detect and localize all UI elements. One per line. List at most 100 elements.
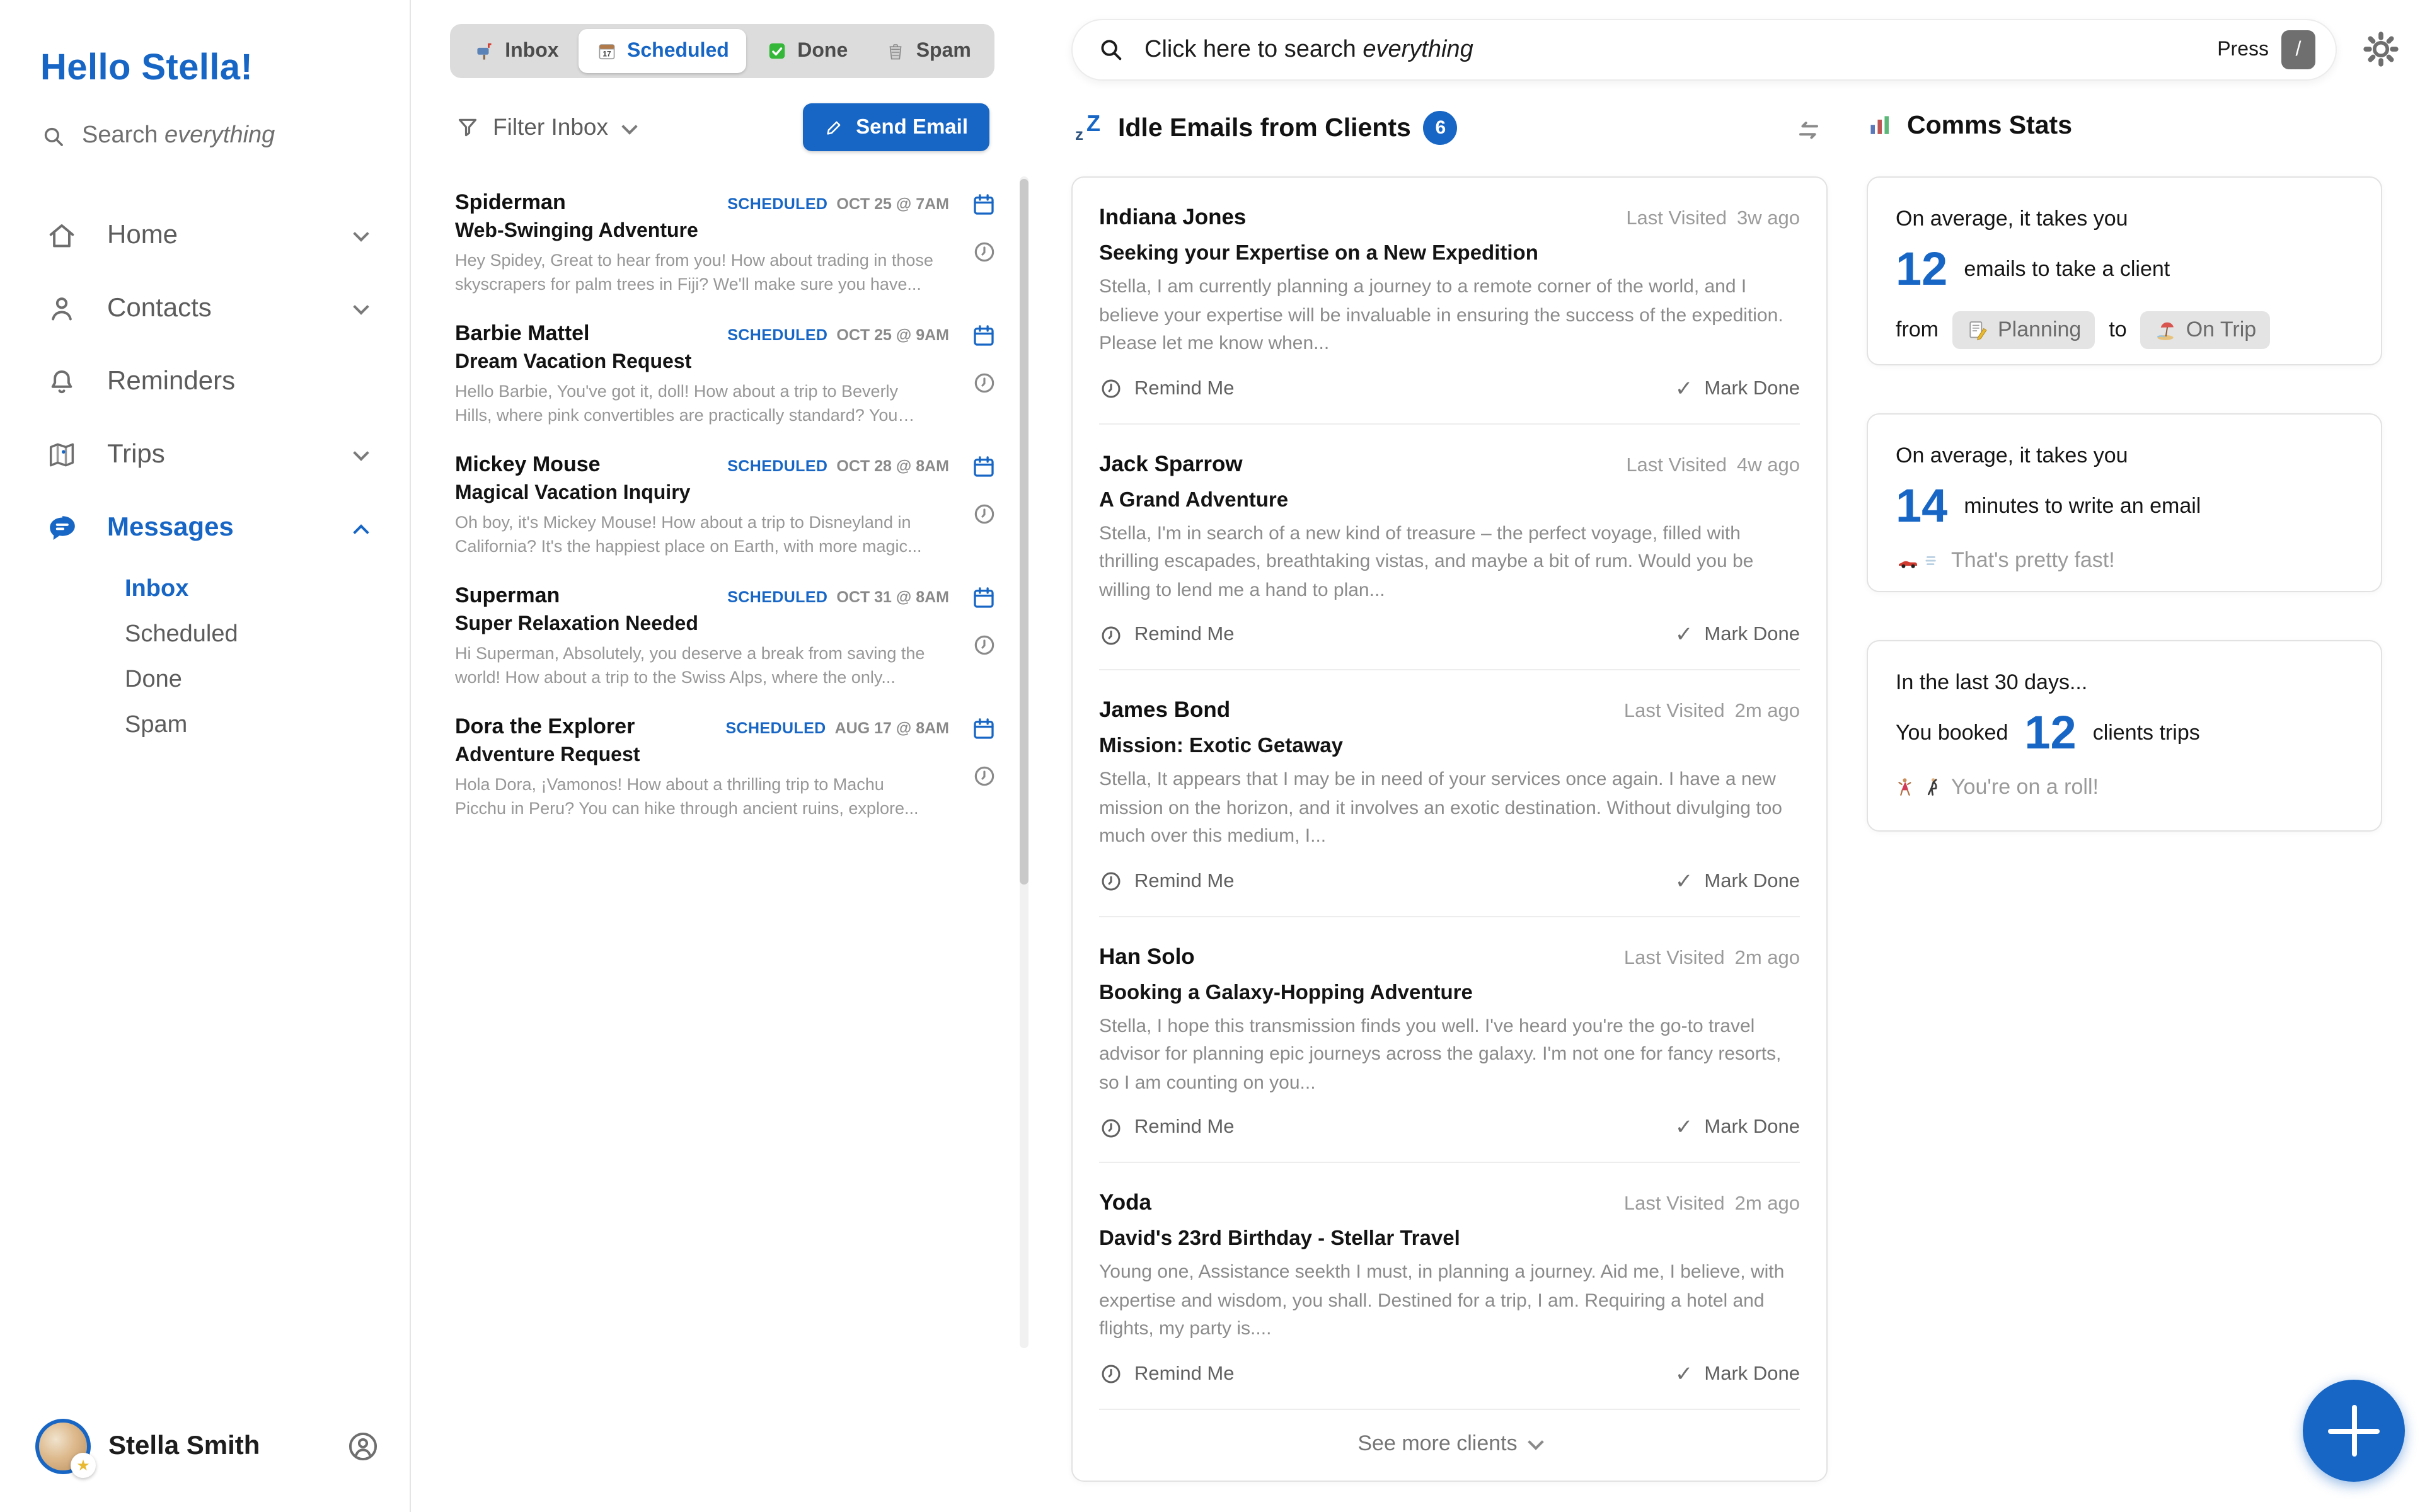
email-list-item[interactable]: Dora the Explorer SCHEDULEDAUG 17 @ 8AM … [455,701,1005,832]
calendar-icon[interactable] [971,716,997,742]
sidebar-item-label: Trips [107,440,165,470]
email-list-item[interactable]: Superman SCHEDULEDOCT 31 @ 8AM Super Rel… [455,570,1005,701]
global-search-input[interactable]: Click here to search everything Press / [1071,19,2337,81]
tab-inbox[interactable]: Inbox [456,29,576,73]
idle-emails-header: zZ Idle Emails from Clients 6 [1075,111,1458,145]
sidebar-item-label: Messages [107,513,234,543]
sort-arrows-icon[interactable] [1794,116,1824,146]
calendar-icon[interactable] [971,585,997,611]
submenu-item-spam[interactable]: Spam [125,703,410,748]
comms-stats-header: Comms Stats [1867,111,2072,141]
idle-email-card[interactable]: Han Solo Last Visited2m ago Booking a Ga… [1099,917,1800,1163]
clock-icon[interactable] [971,239,996,265]
calendar-icon[interactable] [971,454,997,480]
gear-icon[interactable] [2360,28,2402,71]
pencil-icon [824,117,844,137]
email-subject: Mission: Exotic Getaway [1099,735,1800,759]
mailbox-tabbar: Inbox 17 Scheduled Done Spam [450,24,994,78]
mark-done-button[interactable]: ✓Mark Done [1675,376,1800,401]
chevron-down-icon [621,118,637,134]
submenu-item-scheduled[interactable]: Scheduled [125,612,410,658]
mark-done-button[interactable]: ✓Mark Done [1675,1361,1800,1387]
idle-email-card[interactable]: Indiana Jones Last Visited3w ago Seeking… [1099,178,1800,424]
submenu-item-done[interactable]: Done [125,658,410,703]
sidebar-item-trips[interactable]: Trips [0,418,410,491]
calendar-icon[interactable] [971,192,997,218]
mark-done-button[interactable]: ✓Mark Done [1675,869,1800,894]
filter-row: Filter Inbox Send Email [455,103,989,151]
email-subject: Magical Vacation Inquiry [455,483,949,505]
sidebar-item-label: Home [107,220,178,251]
search-placeholder: Click here to search everything [1144,36,1473,64]
last-visited: Last Visited4w ago [1626,454,1800,477]
filter-inbox-control[interactable]: Filter Inbox [455,113,635,141]
clock-icon[interactable] [971,370,996,396]
email-list-item[interactable]: Mickey Mouse SCHEDULEDOCT 28 @ 8AM Magic… [455,438,1005,570]
chat-bubble-icon [45,511,79,545]
mark-done-button[interactable]: ✓Mark Done [1675,1115,1800,1140]
tab-spam[interactable]: Spam [867,29,988,73]
last-visited: Last Visited2m ago [1624,1193,1800,1216]
map-icon [45,438,79,471]
email-subject: David's 23rd Birthday - Stellar Travel [1099,1227,1800,1251]
sidebar-search[interactable]: Search everything [40,122,275,150]
remind-me-button[interactable]: Remind Me [1099,869,1235,893]
sidebar-item-reminders[interactable]: Reminders [0,345,410,418]
idle-emails-panel: Indiana Jones Last Visited3w ago Seeking… [1071,176,1828,1481]
tab-scheduled[interactable]: 17 Scheduled [579,29,746,73]
add-new-button[interactable] [2303,1380,2405,1482]
stat-number: 14 [1896,483,1947,529]
email-list-item[interactable]: Spiderman SCHEDULEDOCT 25 @ 7AM Web-Swin… [455,176,1005,307]
remind-me-button[interactable]: Remind Me [1099,377,1235,401]
tab-done[interactable]: Done [749,29,865,73]
stat-card-emails-to-trip: On average, it takes you 12 emails to ta… [1867,176,2382,365]
scheduled-email-panel: Inbox 17 Scheduled Done Spam [412,0,1032,1512]
remind-me-button[interactable]: Remind Me [1099,1362,1235,1386]
last-visited: Last Visited2m ago [1624,947,1800,970]
search-icon [40,123,67,149]
email-list-item[interactable]: Barbie Mattel SCHEDULEDOCT 25 @ 9AM Drea… [455,307,1005,438]
comms-stats-title: Comms Stats [1907,111,2072,141]
email-preview: Hola Dora, ¡Vamonos! How about a thrilli… [455,772,936,821]
calendar-icon[interactable] [971,323,997,349]
send-email-button[interactable]: Send Email [803,103,989,151]
greeting: Hello Stella! [40,48,253,89]
email-sender: Superman [455,583,560,609]
sidebar-item-messages[interactable]: Messages [0,491,410,564]
remind-me-button[interactable]: Remind Me [1099,623,1235,647]
messages-submenu: Inbox Scheduled Done Spam [0,564,410,748]
check-emoji-icon [766,40,787,62]
sidebar-item-home[interactable]: Home [0,199,410,272]
stat-card-booked-trips: In the last 30 days... You booked 12 cli… [1867,640,2382,832]
mailbox-icon [473,40,495,62]
clock-icon[interactable] [971,501,996,527]
idle-email-card[interactable]: Jack Sparrow Last Visited4w ago A Grand … [1099,424,1800,670]
email-sender: Dora the Explorer [455,714,635,740]
person-circle-icon[interactable] [345,1429,381,1464]
idle-emails-title: Idle Emails from Clients [1118,113,1411,143]
dancer-icon [1896,776,1918,799]
email-preview: Hello Barbie, You've got it, doll! How a… [455,379,936,428]
mark-done-button[interactable]: ✓Mark Done [1675,622,1800,648]
email-sender: Barbie Mattel [455,321,590,346]
slash-keycap: / [2281,30,2315,69]
email-subject: Adventure Request [455,745,949,767]
email-sender: Mickey Mouse [455,452,601,478]
scrollbar-thumb[interactable] [1020,179,1028,885]
idle-email-card[interactable]: Yoda Last Visited2m ago David's 23rd Bir… [1099,1163,1800,1409]
clock-icon[interactable] [971,764,996,789]
idle-count-badge: 6 [1424,111,1458,145]
idle-email-card[interactable]: James Bond Last Visited2m ago Mission: E… [1099,670,1800,917]
stat-number: 12 [1896,246,1947,292]
submenu-item-inbox[interactable]: Inbox [125,567,410,612]
remind-me-button[interactable]: Remind Me [1099,1116,1235,1140]
calendar-emoji-icon: 17 [596,40,617,62]
clock-icon[interactable] [971,633,996,658]
email-body-preview: Young one, Assistance seekth I must, in … [1099,1259,1800,1344]
sidebar-item-contacts[interactable]: Contacts [0,272,410,345]
user-profile-row[interactable]: ★ Stella Smith [35,1419,381,1474]
sidebar-nav: Home Contacts Reminders [0,199,410,748]
see-more-clients-button[interactable]: See more clients [1099,1409,1800,1480]
dash-icon [1923,551,1944,571]
star-badge-icon: ★ [71,1453,96,1478]
